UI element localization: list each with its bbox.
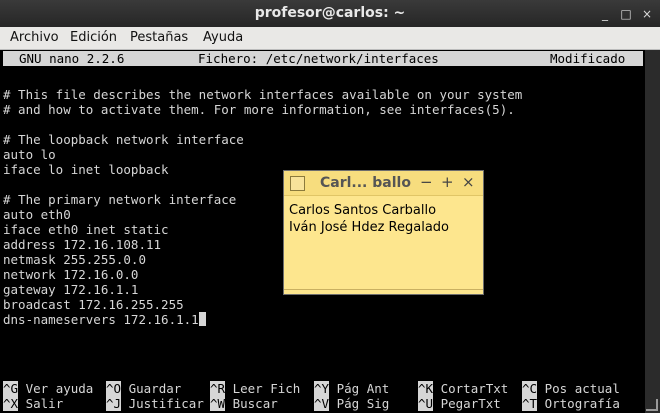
nano-line: iface lo inet loopback bbox=[3, 162, 169, 177]
nano-line: # and how to activate them. For more inf… bbox=[3, 102, 515, 117]
menubar: Archivo Edición Pestañas Ayuda bbox=[0, 27, 660, 50]
nano-shortcut: ^O Guardar bbox=[106, 381, 181, 396]
window-titlebar[interactable]: profesor@carlos: ~ _ □ × bbox=[0, 0, 660, 28]
shortcut-key: ^O bbox=[106, 381, 122, 396]
shortcut-label: Guardar bbox=[128, 381, 182, 396]
shortcut-label: Pág Ant bbox=[336, 381, 390, 396]
sticky-note[interactable]: Carl... ballo − + × Carlos Santos Carbal… bbox=[283, 170, 484, 295]
shortcut-key: ^X bbox=[3, 396, 19, 411]
nano-version: GNU nano 2.2.6 bbox=[19, 51, 125, 66]
nano-line: auto eth0 bbox=[3, 207, 71, 222]
resize-grip-icon[interactable] bbox=[646, 399, 658, 411]
sticky-note-footer bbox=[284, 289, 483, 294]
nano-line: dns-nameservers 172.16.1.1 bbox=[3, 312, 206, 327]
nano-shortcut: ^K CortarTxt bbox=[418, 381, 508, 396]
nano-line: # This file describes the network interf… bbox=[3, 87, 523, 102]
shortcut-key: ^K bbox=[418, 381, 434, 396]
shortcut-label: Ortografía bbox=[544, 396, 620, 411]
nano-line: auto lo bbox=[3, 147, 56, 162]
shortcut-label: Leer Fich bbox=[232, 381, 301, 396]
nano-line: broadcast 172.16.255.255 bbox=[3, 297, 184, 312]
shortcut-key: ^V bbox=[314, 396, 330, 411]
shortcut-label: PegarTxt bbox=[440, 396, 501, 411]
sticky-note-title: Carl... ballo bbox=[320, 175, 411, 191]
scrollbar[interactable] bbox=[645, 50, 660, 413]
window-title: profesor@carlos: ~ bbox=[254, 5, 406, 21]
nano-line: iface eth0 inet static bbox=[3, 222, 169, 237]
shortcut-key: ^C bbox=[522, 381, 538, 396]
nano-line: # The loopback network interface bbox=[3, 132, 244, 147]
shortcut-label: Pág Sig bbox=[336, 396, 390, 411]
nano-shortcut: ^U PegarTxt bbox=[418, 396, 501, 411]
nano-line: gateway 172.16.1.1 bbox=[3, 282, 139, 297]
text-cursor bbox=[198, 312, 206, 326]
shortcut-label: Buscar bbox=[232, 396, 278, 411]
nano-shortcut: ^W Buscar bbox=[210, 396, 278, 411]
shortcut-key: ^G bbox=[3, 381, 19, 396]
maximize-icon[interactable]: □ bbox=[619, 7, 633, 21]
shortcut-label: Pos actual bbox=[544, 381, 620, 396]
close-icon[interactable]: × bbox=[640, 7, 654, 21]
nano-shortcut: ^G Ver ayuda bbox=[3, 381, 93, 396]
nano-shortcut: ^C Pos actual bbox=[522, 381, 620, 396]
nano-shortcut: ^J Justificar bbox=[106, 396, 204, 411]
note-minimize-button[interactable]: − bbox=[420, 173, 433, 191]
menu-pestanas[interactable]: Pestañas bbox=[130, 30, 188, 45]
menu-archivo[interactable]: Archivo bbox=[10, 30, 59, 45]
menu-edicion[interactable]: Edición bbox=[70, 30, 117, 45]
menu-ayuda[interactable]: Ayuda bbox=[203, 30, 243, 45]
sticky-note-text[interactable]: Carlos Santos Carballo Iván José Hdez Re… bbox=[289, 202, 449, 236]
sticky-note-titlebar[interactable]: Carl... ballo − + × bbox=[284, 171, 483, 196]
note-add-button[interactable]: + bbox=[441, 173, 454, 191]
nano-shortcut: ^R Leer Fich bbox=[210, 381, 300, 396]
nano-file: Fichero: /etc/network/interfaces bbox=[198, 51, 439, 66]
shortcut-key: ^Y bbox=[314, 381, 330, 396]
nano-status: Modificado bbox=[550, 51, 626, 66]
shortcut-key: ^R bbox=[210, 381, 226, 396]
nano-line: address 172.16.108.11 bbox=[3, 237, 162, 252]
nano-shortcut: ^Y Pág Ant bbox=[314, 381, 389, 396]
shortcut-key: ^J bbox=[106, 396, 122, 411]
shortcut-label: Justificar bbox=[128, 396, 204, 411]
nano-line: # The primary network interface bbox=[3, 192, 237, 207]
nano-shortcut: ^V Pág Sig bbox=[314, 396, 389, 411]
shortcut-label: Ver ayuda bbox=[25, 381, 94, 396]
nano-line: netmask 255.255.0.0 bbox=[3, 252, 146, 267]
nano-shortcut: ^X Salir bbox=[3, 396, 63, 411]
shortcut-key: ^W bbox=[210, 396, 226, 411]
shortcut-key: ^T bbox=[522, 396, 538, 411]
note-icon bbox=[290, 176, 305, 191]
minimize-icon[interactable]: _ bbox=[598, 7, 612, 21]
note-close-button[interactable]: × bbox=[462, 173, 475, 191]
nano-shortcut: ^T Ortografía bbox=[522, 396, 620, 411]
shortcut-label: Salir bbox=[25, 396, 64, 411]
nano-line: network 172.16.0.0 bbox=[3, 267, 139, 282]
nano-header: GNU nano 2.2.6 Fichero: /etc/network/int… bbox=[3, 51, 643, 66]
shortcut-label: CortarTxt bbox=[440, 381, 509, 396]
shortcut-key: ^U bbox=[418, 396, 434, 411]
